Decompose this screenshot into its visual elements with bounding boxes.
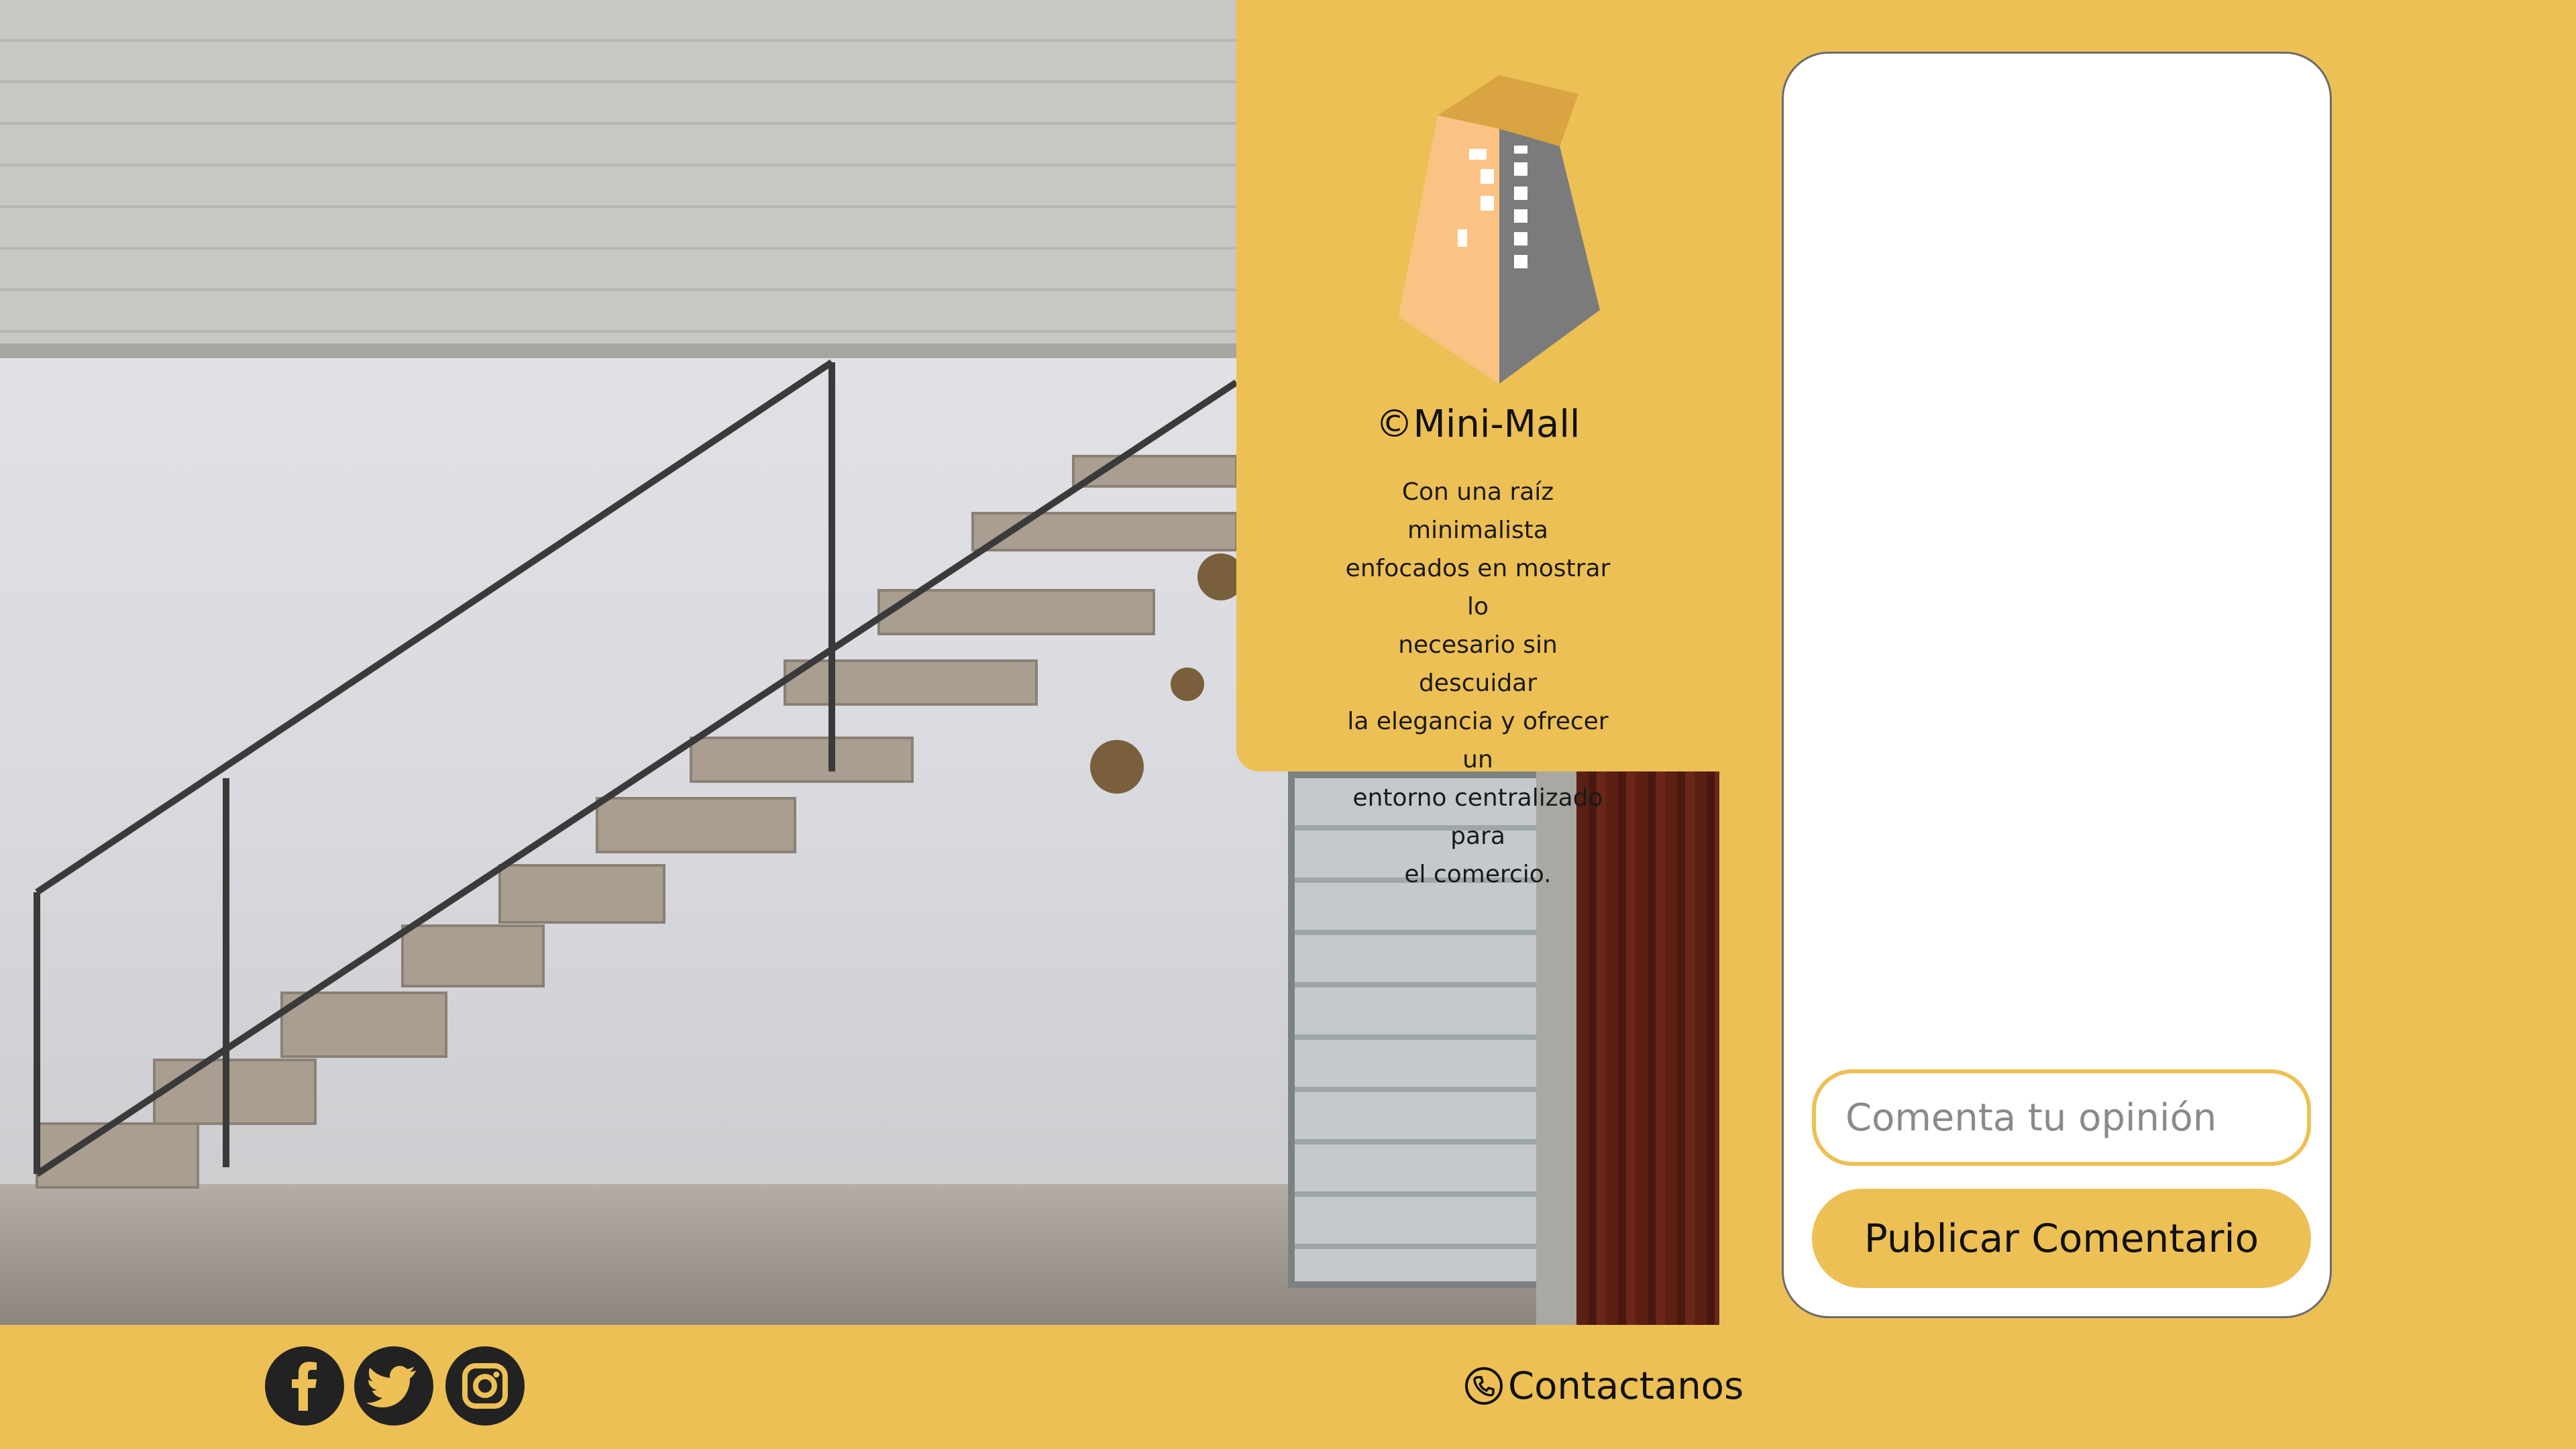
contact-link[interactable]: Contactanos <box>1464 1359 1743 1413</box>
facebook-icon[interactable] <box>265 1346 344 1426</box>
brand-panel: ©Mini-Mall Con una raíz minimalista enfo… <box>1236 0 1719 888</box>
instagram-icon[interactable] <box>445 1346 525 1426</box>
comment-card: Publicar Comentario <box>1782 52 2332 1318</box>
comment-input[interactable] <box>1812 1069 2311 1166</box>
brand-name: ©Mini-Mall <box>1375 402 1580 446</box>
phone-icon <box>1465 1367 1503 1405</box>
mini-mall-logo <box>1399 75 1600 384</box>
twitter-icon[interactable] <box>354 1346 433 1426</box>
contact-label: Contactanos <box>1508 1364 1744 1408</box>
brand-description: Con una raíz minimalista enfocados en mo… <box>1345 478 1611 888</box>
publish-comment-button[interactable]: Publicar Comentario <box>1812 1189 2311 1288</box>
